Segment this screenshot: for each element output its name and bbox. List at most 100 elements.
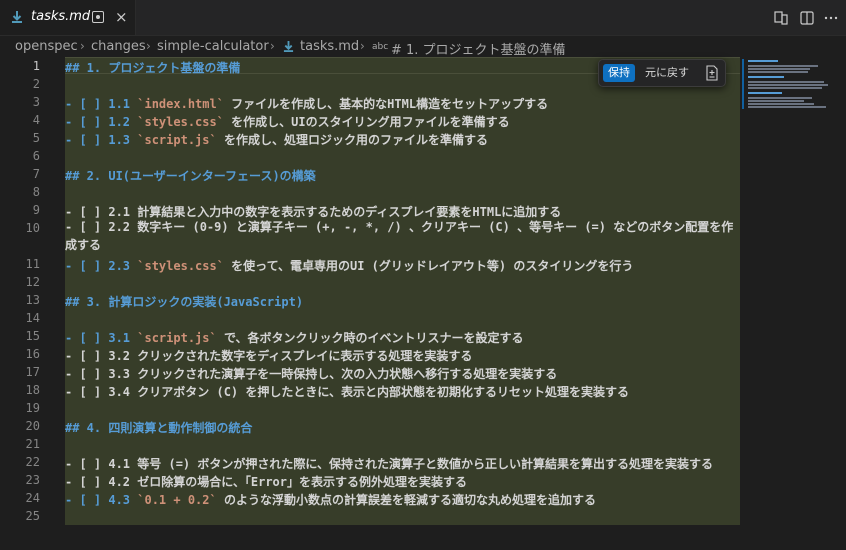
line-number: 23 [25, 473, 40, 487]
line-number: 10 [25, 221, 40, 235]
minimap-line [748, 76, 784, 78]
minimap-line [748, 92, 782, 94]
task-prefix: - [ ] 1.1 [65, 97, 138, 111]
editor[interactable]: 1 2 3 4 5 6 7 8 9 10 11 12 13 14 15 16 1… [0, 57, 846, 550]
inline-code: `script.js` [137, 133, 217, 147]
code-line: - [ ] 2.3 `styles.css` を使って、電卓専用のUI (グリッ… [65, 257, 633, 274]
minimap-line [748, 84, 828, 86]
close-icon[interactable]: × [115, 8, 128, 26]
code-line-heading: ## 3. 計算ロジックの実装(JavaScript) [65, 295, 304, 309]
line-number: 25 [25, 509, 40, 523]
inline-code: `styles.css` [137, 259, 224, 273]
chat-edit-actions: 保持 元に戻す [598, 59, 726, 87]
line-number: 16 [25, 347, 40, 361]
task-prefix: - [ ] 3.1 [65, 331, 138, 345]
chevron-right-icon: › [270, 39, 275, 53]
line-number: 19 [25, 401, 40, 415]
breadcrumb-item-file[interactable]: tasks.md [300, 39, 359, 54]
more-actions-icon[interactable] [822, 9, 840, 27]
inline-code: `script.js` [137, 331, 217, 345]
line-number: 3 [32, 95, 40, 109]
code-line: - [ ] 1.1 `index.html` ファイルを作成し、基本的なHTML… [65, 95, 548, 112]
code-line: - [ ] 3.4 クリアボタン (C) を押したときに、表示と内部状態を初期化… [65, 385, 630, 399]
chevron-right-icon: › [360, 39, 365, 53]
task-text: ファイルを作成し、基本的なHTML構造をセットアップする [223, 97, 549, 111]
undo-button[interactable]: 元に戻す [645, 64, 689, 82]
line-number: 12 [25, 275, 40, 289]
inline-code: `0.1 + 0.2` [137, 493, 217, 507]
code-line: - [ ] 4.1 等号 (=) ボタンが押された際に、保持された演算子と数値か… [65, 457, 714, 471]
minimap-line [748, 97, 812, 99]
split-editor-icon[interactable] [798, 9, 816, 27]
line-number: 18 [25, 383, 40, 397]
dirty-indicator-icon [92, 11, 104, 23]
line-number: 4 [32, 113, 40, 127]
line-number: 17 [25, 365, 40, 379]
code-line: - [ ] 1.2 `styles.css` を作成し、UIのスタイリング用ファ… [65, 113, 510, 130]
breadcrumb-item-changes[interactable]: changes [91, 39, 146, 54]
keep-button[interactable]: 保持 [603, 64, 635, 82]
minimap-line [748, 68, 810, 70]
line-number: 6 [32, 149, 40, 163]
line-number: 22 [25, 455, 40, 469]
minimap-line [748, 60, 778, 62]
line-number-gutter: 1 2 3 4 5 6 7 8 9 10 11 12 13 14 15 16 1… [0, 57, 50, 550]
task-prefix: - [ ] 4.3 [65, 493, 138, 507]
code-line: - [ ] 4.3 `0.1 + 0.2` のような浮動小数点の計算誤差を軽減す… [65, 491, 596, 508]
markdown-file-icon [12, 11, 22, 23]
tab-bar: tasks.md × [0, 0, 846, 36]
line-number: 5 [32, 131, 40, 145]
line-number: 13 [25, 293, 40, 307]
tab-title: tasks.md [31, 9, 91, 24]
inline-code: `index.html` [137, 97, 224, 111]
line-number: 24 [25, 491, 40, 505]
code-line-wrapped: - [ ] 2.2 数字キー (0-9) と演算子キー (+, -, *, /)… [65, 220, 734, 252]
code-line: - [ ] 3.1 `script.js` で、各ボタンクリック時のイベントリス… [65, 329, 523, 346]
task-prefix: - [ ] 2.3 [65, 259, 138, 273]
markdown-file-icon [283, 41, 294, 52]
line-number: 7 [32, 167, 40, 181]
breadcrumb-item-symbol[interactable]: # 1. プロジェクト基盤の準備 [391, 39, 566, 58]
task-text: を作成し、処理ロジック用のファイルを準備する [216, 133, 488, 147]
task-text: で、各ボタンクリック時のイベントリスナーを設定する [216, 331, 524, 345]
breadcrumb-item-openspec[interactable]: openspec [15, 39, 78, 54]
breadcrumb-item-simple-calculator[interactable]: simple-calculator [157, 39, 269, 54]
task-text: のような浮動小数点の計算誤差を軽減する適切な丸め処理を追加する [216, 493, 596, 507]
task-prefix: - [ ] 1.2 [65, 115, 138, 129]
minimap-line [748, 103, 814, 105]
tab-tasks-md[interactable]: tasks.md × [0, 0, 136, 35]
task-text: を使って、電卓専用のUI (グリッドレイアウト等) のスタイリングを行う [223, 259, 634, 273]
minimap-line [748, 87, 822, 89]
code-line: - [ ] 4.2 ゼロ除算の場合に、「Error」を表示する例外処理を実装する [65, 475, 468, 489]
line-number: 21 [25, 437, 40, 451]
code-line-heading: ## 4. 四則演算と動作制御の統合 [65, 421, 253, 435]
diff-file-icon[interactable] [705, 65, 719, 81]
code-line-heading: ## 2. UI(ユーザーインターフェース)の構築 [65, 169, 316, 183]
breadcrumb: openspec › changes › simple-calculator ›… [0, 36, 846, 58]
string-symbol-icon: abc [372, 42, 389, 52]
inline-code: `styles.css` [137, 115, 224, 129]
chevron-right-icon: › [146, 39, 151, 53]
chevron-right-icon: › [80, 39, 85, 53]
minimap[interactable] [742, 57, 832, 117]
minimap-line [748, 81, 824, 83]
code-line: - [ ] 3.2 クリックされた数字をディスプレイに表示する処理を実装する [65, 349, 473, 363]
minimap-line [748, 106, 826, 108]
code-line-heading: ## 1. プロジェクト基盤の準備 [65, 61, 241, 75]
line-number: 2 [32, 77, 40, 91]
minimap-line [748, 71, 808, 73]
task-prefix: - [ ] 1.3 [65, 133, 138, 147]
code-line: - [ ] 1.3 `script.js` を作成し、処理ロジック用のファイルを… [65, 131, 488, 148]
code-line: - [ ] 3.3 クリックされた演算子を一時保持し、次の入力状態へ移行する処理… [65, 367, 558, 381]
line-number: 15 [25, 329, 40, 343]
minimap-line [748, 100, 804, 102]
open-preview-icon[interactable] [772, 9, 790, 27]
line-number: 9 [32, 203, 40, 217]
line-number: 11 [25, 257, 40, 271]
line-number: 20 [25, 419, 40, 433]
line-number: 8 [32, 185, 40, 199]
minimap-line [748, 65, 818, 67]
line-number: 14 [25, 311, 40, 325]
task-text: を作成し、UIのスタイリング用ファイルを準備する [223, 115, 510, 129]
line-number: 1 [32, 59, 40, 73]
